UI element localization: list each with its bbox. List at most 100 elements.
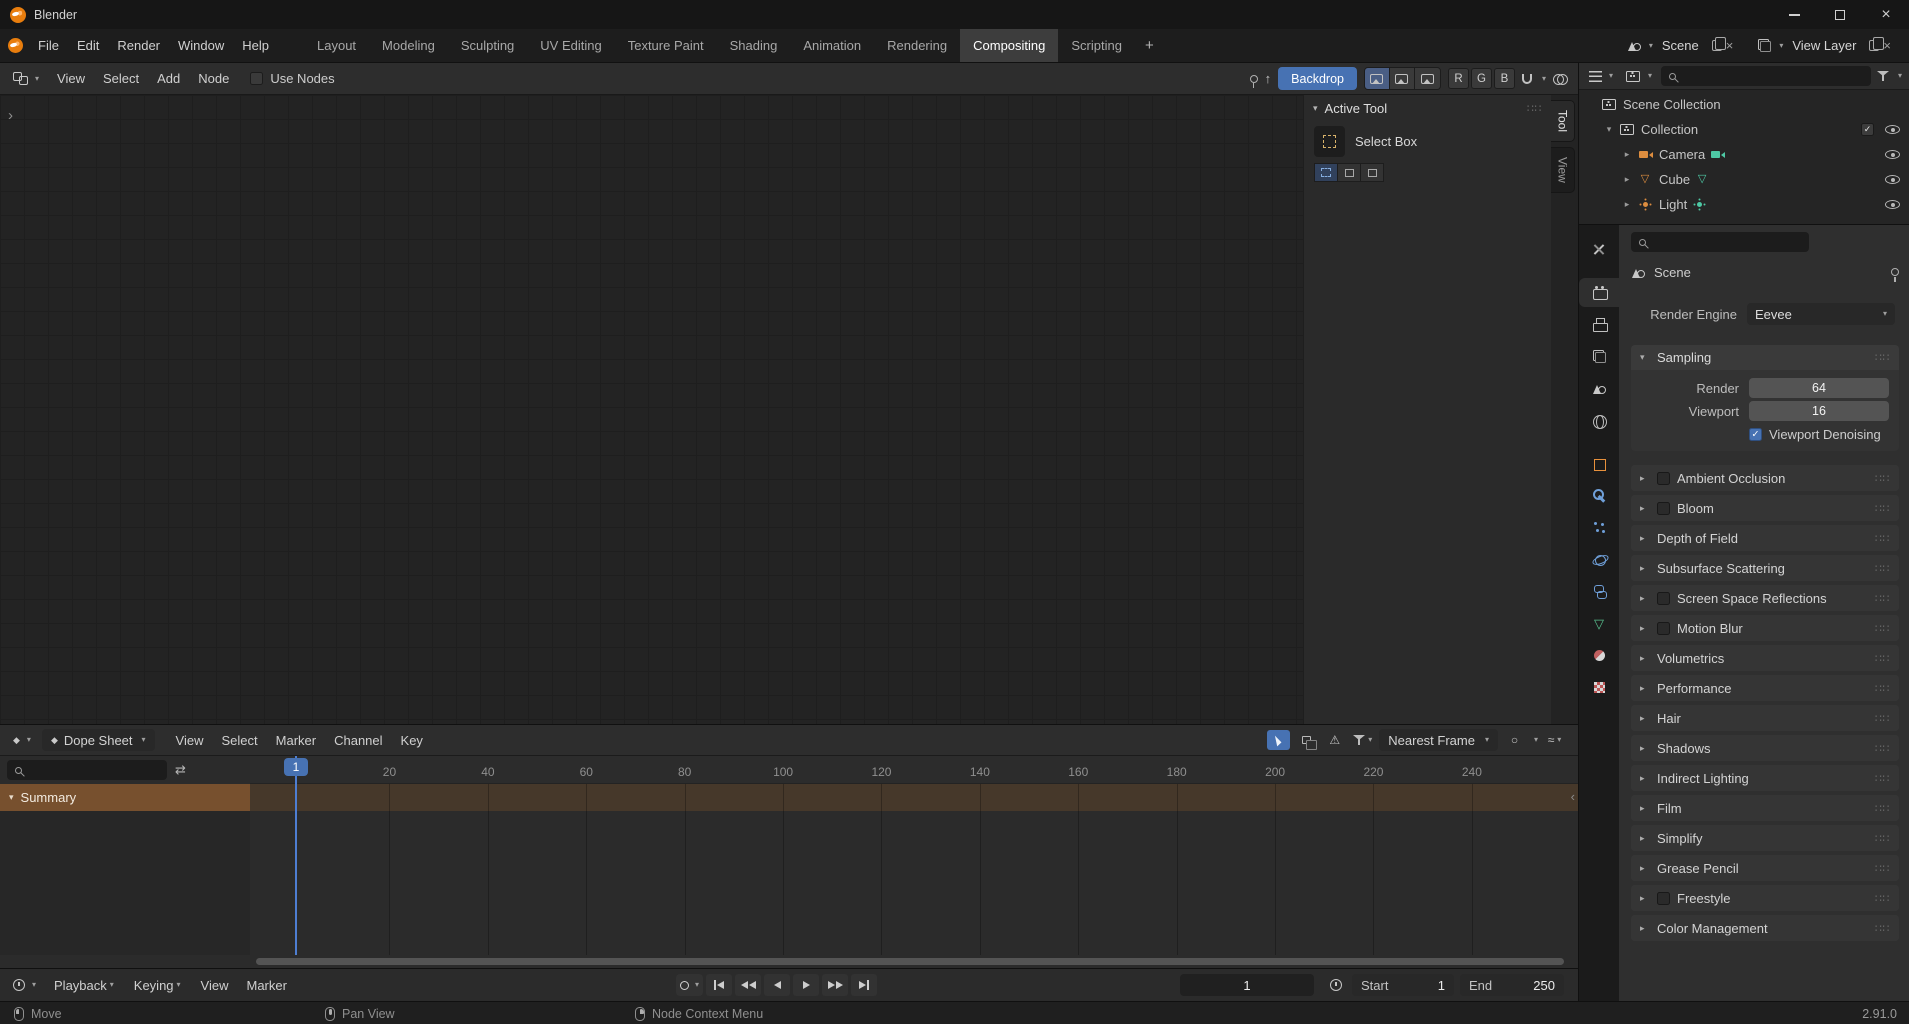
summary-channel[interactable]: ▾ Summary — [0, 784, 250, 811]
sampling-panel-header[interactable]: ▾ Sampling ∷∷ — [1631, 345, 1899, 370]
properties-search-input[interactable] — [1631, 232, 1809, 252]
keying-menu[interactable]: Keying ▾ — [125, 973, 190, 997]
parent-node-icon[interactable]: ↑ — [1265, 71, 1272, 86]
outliner-row-light[interactable]: ▸ Light — [1579, 192, 1909, 217]
section-volumetrics[interactable]: ▸ Volumetrics ∷∷ — [1631, 645, 1899, 671]
dope-sheet-mode-select[interactable]: ◆ Dope Sheet ▾ — [41, 729, 155, 751]
use-nodes-checkbox[interactable] — [250, 72, 264, 85]
jump-start-button[interactable] — [706, 974, 732, 996]
physics-properties-tab[interactable] — [1579, 545, 1619, 574]
backdrop-color-button[interactable] — [1389, 68, 1415, 89]
only-selected-toggle[interactable] — [1267, 730, 1291, 750]
dopesheet-menu-view[interactable]: View — [167, 728, 213, 752]
menu-file[interactable]: File — [29, 34, 68, 58]
snap-select[interactable]: Nearest Frame ▾ — [1379, 729, 1498, 751]
dopesheet-menu-key[interactable]: Key — [392, 728, 432, 752]
section-freestyle[interactable]: ▸ Freestyle ∷∷ — [1631, 885, 1899, 911]
tool-properties-tab[interactable] — [1579, 235, 1619, 264]
modifiers-properties-tab[interactable] — [1579, 481, 1619, 510]
prev-keyframe-button[interactable] — [735, 974, 761, 996]
expand-arrow-icon[interactable]: ▸ — [1621, 174, 1633, 185]
tool-button[interactable] — [1314, 126, 1345, 157]
workspace-tab-scripting[interactable]: Scripting — [1058, 29, 1135, 62]
section-ambient-occlusion[interactable]: ▸ Ambient Occlusion ∷∷ — [1631, 465, 1899, 491]
toolbar-expand-icon[interactable]: › — [8, 107, 13, 124]
outliner-search-input[interactable] — [1661, 66, 1871, 86]
view-layer-properties-tab[interactable] — [1579, 342, 1619, 371]
workspace-tab-shading[interactable]: Shading — [717, 29, 791, 62]
collection-checkbox[interactable]: ✓ — [1861, 123, 1874, 136]
expand-arrow-icon[interactable]: ▸ — [1621, 149, 1633, 160]
playback-menu[interactable]: Playback ▾ — [45, 973, 123, 997]
next-keyframe-button[interactable] — [822, 974, 848, 996]
show-errors-toggle[interactable]: ⚠ — [1323, 730, 1346, 750]
workspace-tab-animation[interactable]: Animation — [790, 29, 874, 62]
render-engine-select[interactable]: Eevee ▾ — [1747, 303, 1895, 325]
workspace-tab-uv-editing[interactable]: UV Editing — [527, 29, 614, 62]
sidebar-tab-view[interactable]: View — [1551, 147, 1575, 193]
add-workspace-button[interactable]: + — [1135, 29, 1164, 62]
view-layer-browse-chevron-icon[interactable]: ▾ — [1779, 41, 1783, 50]
use-preview-range-icon[interactable] — [1330, 979, 1342, 991]
summary-track-band[interactable] — [250, 784, 1578, 811]
current-frame-badge[interactable]: 1 — [284, 758, 308, 776]
section-indirect-lighting[interactable]: ▸ Indirect Lighting ∷∷ — [1631, 765, 1899, 791]
node-menu-select[interactable]: Select — [94, 67, 148, 91]
output-properties-tab[interactable] — [1579, 310, 1619, 339]
expand-arrow-icon[interactable]: ▾ — [1603, 124, 1615, 135]
playhead-line[interactable] — [295, 756, 297, 955]
node-canvas[interactable]: › ▾ Active Tool ∷∷ Select Box Tool View — [0, 95, 1578, 724]
play-button[interactable] — [793, 974, 819, 996]
proportional-editing-toggle[interactable]: ○ — [1503, 730, 1526, 750]
expand-arrow-icon[interactable]: ▸ — [1621, 199, 1633, 210]
current-frame-field[interactable]: 1 — [1180, 974, 1314, 996]
section-motion-blur[interactable]: ▸ Motion Blur ∷∷ — [1631, 615, 1899, 641]
view-layer-icon[interactable] — [1757, 38, 1772, 53]
section-screen-space-reflections[interactable]: ▸ Screen Space Reflections ∷∷ — [1631, 585, 1899, 611]
frame-start-field[interactable]: Start 1 — [1352, 974, 1454, 996]
unlink-scene-icon[interactable]: × — [1726, 39, 1734, 52]
section-performance[interactable]: ▸ Performance ∷∷ — [1631, 675, 1899, 701]
outliner-row-scene-collection[interactable]: Scene Collection — [1579, 92, 1909, 117]
filter-icon[interactable] — [1876, 70, 1889, 82]
object-data-properties-tab[interactable] — [1579, 609, 1619, 638]
proportional-chevron-icon[interactable]: ▾ — [1534, 736, 1538, 744]
select-mode-extend-button[interactable] — [1337, 163, 1361, 182]
channel-b-button[interactable]: B — [1493, 68, 1515, 89]
play-reverse-button[interactable] — [764, 974, 790, 996]
backdrop-button[interactable]: Backdrop — [1278, 67, 1357, 90]
expand-arrow-icon[interactable]: ▾ — [9, 792, 14, 803]
region-collapse-icon[interactable]: ‹ — [1571, 789, 1575, 804]
dopesheet-menu-marker[interactable]: Marker — [267, 728, 325, 752]
section-checkbox[interactable] — [1657, 471, 1670, 485]
render-samples-field[interactable]: 64 — [1749, 378, 1889, 398]
new-view-layer-icon[interactable] — [1869, 37, 1884, 51]
viewport-denoising-checkbox[interactable]: ✓ — [1749, 428, 1762, 441]
texture-properties-tab[interactable] — [1579, 673, 1619, 702]
visibility-eye-icon[interactable] — [1885, 175, 1900, 184]
channel-r-button[interactable]: R — [1447, 68, 1469, 89]
world-properties-tab[interactable] — [1579, 406, 1619, 435]
section-checkbox[interactable] — [1657, 501, 1670, 515]
dopesheet-menu-channel[interactable]: Channel — [325, 728, 391, 752]
viewport-samples-field[interactable]: 16 — [1749, 401, 1889, 421]
section-grease-pencil[interactable]: ▸ Grease Pencil ∷∷ — [1631, 855, 1899, 881]
show-hidden-toggle[interactable] — [1295, 730, 1318, 750]
auto-keying-button[interactable]: ▾ — [676, 974, 703, 996]
particles-properties-tab[interactable] — [1579, 513, 1619, 542]
pin-icon[interactable] — [1891, 268, 1899, 282]
object-properties-tab[interactable] — [1579, 449, 1619, 478]
section-subsurface-scattering[interactable]: ▸ Subsurface Scattering ∷∷ — [1631, 555, 1899, 581]
falloff-button[interactable]: ≈ ▾ — [1543, 730, 1566, 750]
visibility-eye-icon[interactable] — [1885, 150, 1900, 159]
backdrop-alpha-button[interactable] — [1414, 68, 1440, 89]
blender-menu-icon[interactable] — [8, 38, 23, 53]
section-checkbox[interactable] — [1657, 591, 1670, 605]
node-menu-view[interactable]: View — [48, 67, 94, 91]
visibility-eye-icon[interactable] — [1885, 125, 1900, 134]
view-layer-name[interactable]: View Layer — [1792, 38, 1856, 53]
scene-properties-tab[interactable] — [1579, 374, 1619, 403]
drag-grip-icon[interactable]: ∷∷ — [1527, 102, 1542, 115]
editor-type-button[interactable]: ▾ — [6, 66, 46, 92]
node-menu-add[interactable]: Add — [148, 67, 189, 91]
